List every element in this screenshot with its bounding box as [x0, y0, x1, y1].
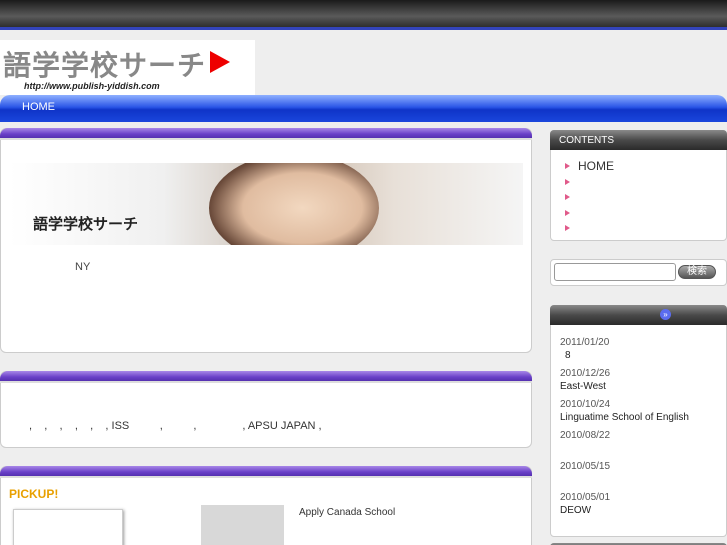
- news-link[interactable]: Linguatime School of English: [560, 412, 689, 423]
- logo-title: 語学学校サーチ: [3, 49, 207, 82]
- intro-text: NY: [75, 261, 91, 273]
- menu-item[interactable]: [551, 221, 726, 237]
- hero-banner: 語学学校サーチ: [9, 163, 523, 245]
- banner-title: 語学学校サーチ: [33, 216, 139, 233]
- news-box: » 2011/01/20 8 2010/12/26 East-West 2010…: [550, 305, 727, 537]
- search-box: 検索: [550, 259, 727, 286]
- pickup-item-link[interactable]: Apply Canada School: [299, 507, 395, 518]
- pickup-title: PICKUP!: [9, 487, 59, 501]
- school-links-box: , , , , , , ISS , , , APSU JAPAN ,: [0, 371, 532, 448]
- contents-menu: HOME: [551, 159, 726, 237]
- main-content-box: 語学学校サーチ NY: [0, 128, 532, 353]
- news-date: 2011/01/20: [560, 337, 610, 348]
- news-link[interactable]: 8: [565, 350, 571, 361]
- search-input[interactable]: [554, 263, 676, 281]
- news-date: 2010/05/01: [560, 492, 611, 503]
- box-header: [0, 371, 532, 383]
- contents-title: CONTENTS: [550, 130, 727, 150]
- news-date: 2010/08/22: [560, 430, 611, 441]
- menu-item-home[interactable]: HOME: [551, 159, 726, 175]
- nav-home-link[interactable]: HOME: [22, 101, 55, 113]
- search-button[interactable]: 検索: [678, 265, 716, 279]
- pickup-thumbnail[interactable]: [201, 505, 284, 545]
- box-header: [0, 466, 532, 478]
- main-navigation: HOME: [0, 95, 727, 122]
- site-logo[interactable]: 語学学校サーチ http://www.publish-yiddish.com: [0, 40, 255, 95]
- box-header: [0, 128, 532, 140]
- school-links[interactable]: , , , , , , ISS , , , APSU JAPAN ,: [29, 420, 322, 432]
- news-header: »: [550, 305, 727, 325]
- menu-item[interactable]: [551, 190, 726, 206]
- menu-item[interactable]: [551, 206, 726, 222]
- contents-box: CONTENTS HOME: [550, 130, 727, 241]
- top-bar: [0, 0, 727, 30]
- play-arrow-icon: [210, 51, 230, 73]
- news-link[interactable]: East-West: [560, 381, 606, 392]
- pickup-box: PICKUP! Apply Canada School: [0, 466, 532, 545]
- pickup-image-frame[interactable]: [13, 509, 123, 545]
- banner-photo: [209, 163, 379, 245]
- news-date: 2010/05/15: [560, 461, 611, 472]
- menu-item[interactable]: [551, 175, 726, 191]
- news-date: 2010/12/26: [560, 368, 611, 379]
- logo-url: http://www.publish-yiddish.com: [24, 81, 160, 91]
- rss-arrow-icon[interactable]: »: [660, 309, 671, 320]
- news-date: 2010/10/24: [560, 399, 611, 410]
- news-link[interactable]: DEOW: [560, 505, 591, 516]
